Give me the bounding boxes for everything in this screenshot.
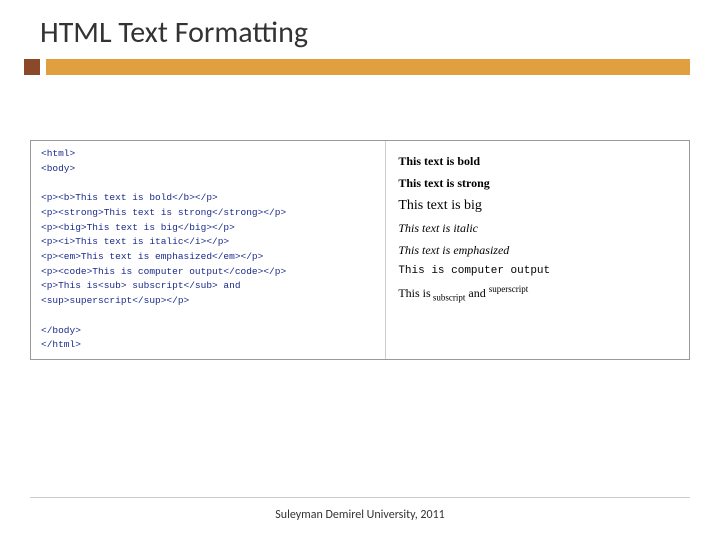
accent-box (24, 59, 40, 75)
output-subsup: This is subscript and superscript (398, 284, 677, 302)
footer-text: Suleyman Demirel University, 2011 (0, 508, 720, 522)
code-line: <p><em>This text is emphasized</em></p> (41, 251, 263, 262)
accent-bar (46, 59, 690, 75)
code-panel: <html> <body> <p><b>This text is bold</b… (31, 141, 386, 359)
divider-line (30, 497, 690, 498)
subsup-mid: and (465, 286, 488, 300)
code-line: <p><big>This text is big</big></p> (41, 222, 235, 233)
superscript-text: superscript (489, 284, 529, 294)
code-line: <p><i>This text is italic</i></p> (41, 236, 229, 247)
subsup-prefix: This is (398, 286, 430, 300)
code-line: <body> (41, 163, 75, 174)
code-line: <sup>superscript</sup></p> (41, 295, 189, 306)
output-strong: This text is strong (398, 176, 677, 191)
output-code: This is computer output (398, 265, 677, 277)
code-line: <p><b>This text is bold</b></p> (41, 192, 218, 203)
output-panel: This text is bold This text is strong Th… (386, 141, 689, 359)
code-line: <p><strong>This text is strong</strong><… (41, 207, 286, 218)
code-line: </html> (41, 339, 81, 350)
subscript-text: subscript (431, 292, 466, 302)
output-big: This text is big (398, 198, 677, 214)
code-line: </body> (41, 325, 81, 336)
code-line: <html> (41, 148, 75, 159)
accent-row (0, 59, 720, 75)
code-line: <p><code>This is computer output</code><… (41, 266, 286, 277)
code-line: <p>This is<sub> subscript</sub> and (41, 280, 241, 291)
output-emphasized: This text is emphasized (398, 243, 677, 258)
output-italic: This text is italic (398, 221, 677, 236)
content-container: <html> <body> <p><b>This text is bold</b… (30, 140, 690, 360)
output-bold: This text is bold (398, 154, 677, 169)
page-title: HTML Text Formatting (0, 0, 720, 59)
